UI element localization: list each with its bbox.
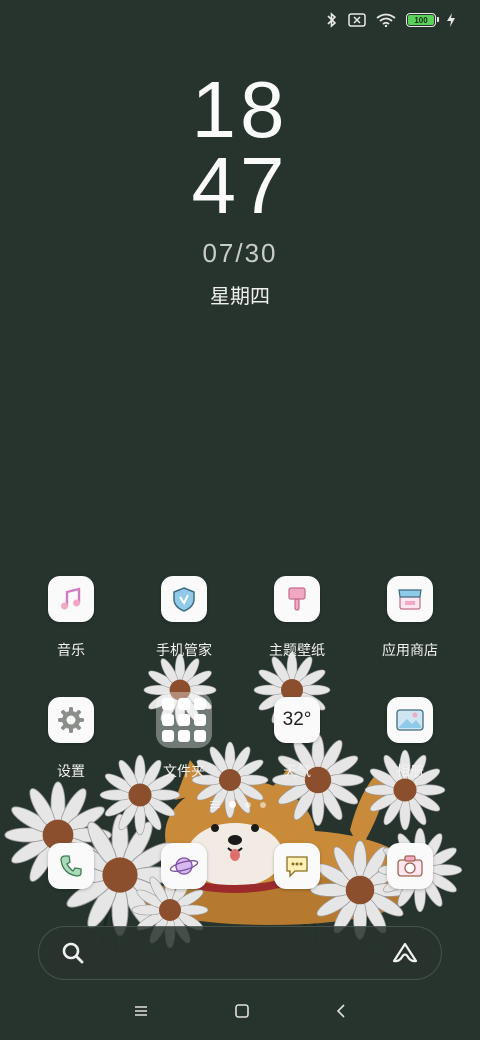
home-icon[interactable] (234, 1003, 250, 1019)
app-label: 主题壁纸 (269, 643, 325, 659)
clock-hour: 18 (191, 65, 289, 154)
app-label: 手机管家 (156, 643, 212, 659)
page-dot (245, 801, 251, 808)
phone-icon (48, 843, 94, 889)
bluetooth-icon (327, 12, 337, 28)
status-bar: 100 (326, 10, 456, 30)
theme-brush-icon (274, 576, 320, 622)
charging-icon (447, 13, 455, 27)
search-bar[interactable] (38, 926, 442, 980)
folder-mini-app-icon (178, 730, 190, 742)
app-themes[interactable]: 主题壁纸 (249, 576, 345, 660)
assistant-icon[interactable] (391, 941, 419, 965)
app-label: 相册 (396, 764, 424, 780)
wifi-icon (376, 13, 396, 27)
folder-mini-app-icon (162, 730, 174, 742)
weekday-label: 星期四 (210, 284, 270, 308)
battery-icon: 100 (406, 13, 439, 27)
folder-mini-app-icon (194, 698, 206, 710)
app-music[interactable]: 音乐 (23, 576, 119, 660)
back-icon[interactable] (335, 1003, 347, 1019)
app-label: 设置 (57, 764, 85, 780)
search-icon[interactable] (61, 941, 85, 965)
dock-browser[interactable] (136, 843, 232, 889)
page-indicator[interactable] (210, 801, 266, 808)
app-folder[interactable]: 文件夹 (136, 692, 232, 781)
music-icon (48, 576, 94, 622)
app-gallery[interactable]: 相册 (362, 697, 458, 781)
message-icon (274, 843, 320, 889)
app-label: 音乐 (57, 643, 85, 659)
weather-temperature: 32° (282, 709, 312, 730)
folder-mini-app-icon (194, 730, 206, 742)
weather-icon: 32° (274, 697, 320, 743)
app-settings[interactable]: 设置 (23, 697, 119, 781)
app-weather[interactable]: 32° 天气 (249, 697, 345, 781)
no-sim-icon (348, 13, 366, 27)
dock-camera[interactable] (362, 843, 458, 889)
folder-mini-app-icon (178, 714, 190, 726)
app-phone-manager[interactable]: 手机管家 (136, 576, 232, 660)
camera-icon (387, 843, 433, 889)
folder-icon (156, 692, 212, 748)
app-label: 文件夹 (163, 764, 205, 780)
app-label: 天气 (283, 764, 311, 780)
date-label: 07/30 (202, 238, 278, 268)
app-label: 应用商店 (382, 643, 438, 659)
battery-level: 100 (408, 15, 434, 25)
dock-messages[interactable] (249, 843, 345, 889)
folder-mini-app-icon (162, 698, 174, 710)
browser-planet-icon (161, 843, 207, 889)
clock-widget[interactable]: 18 47 (0, 65, 480, 230)
navigation-bar (0, 996, 480, 1026)
gallery-icon (387, 697, 433, 743)
security-shield-icon (161, 576, 207, 622)
page-dot-active (229, 801, 236, 808)
dock-phone[interactable] (23, 843, 119, 889)
clock-minute: 47 (191, 141, 289, 230)
app-store[interactable]: 应用商店 (362, 576, 458, 660)
folder-mini-app-icon (194, 714, 206, 726)
store-icon (387, 576, 433, 622)
folder-mini-app-icon (162, 714, 174, 726)
page-dot (260, 801, 266, 808)
menu-icon[interactable] (133, 1004, 149, 1018)
gear-icon (48, 697, 94, 743)
page-indicator-list-icon (210, 801, 220, 808)
folder-mini-app-icon (178, 698, 190, 710)
